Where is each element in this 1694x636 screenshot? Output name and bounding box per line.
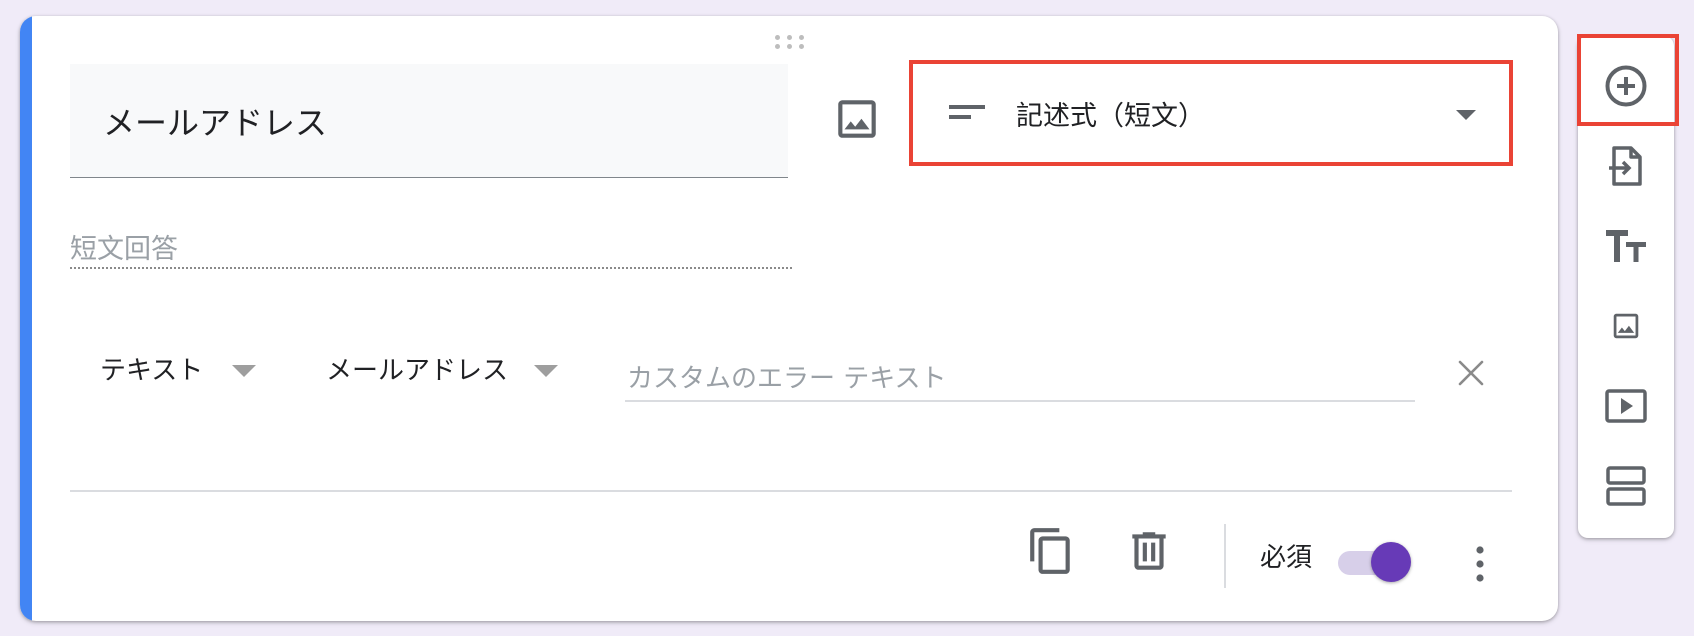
dropdown-arrow-icon — [232, 365, 256, 377]
floating-toolbar — [1578, 36, 1674, 538]
question-title-field[interactable]: メールアドレス — [70, 64, 788, 178]
add-section-icon — [1606, 466, 1646, 506]
dropdown-arrow-icon — [1456, 110, 1476, 120]
validation-condition-dropdown[interactable]: メールアドレス — [326, 342, 586, 386]
answer-hint-text: 短文回答 — [70, 234, 178, 265]
add-question-button[interactable] — [1596, 56, 1656, 116]
add-image-to-question-button[interactable] — [832, 94, 882, 144]
validation-type-dropdown[interactable]: テキスト — [100, 342, 270, 386]
question-card: メールアドレス 記述式（短文） 短文回答 テキスト メールアドレス カスタムのエ… — [20, 16, 1558, 621]
add-section-button[interactable] — [1596, 456, 1656, 516]
import-questions-icon — [1609, 146, 1642, 186]
toggle-thumb — [1371, 542, 1411, 582]
dropdown-arrow-icon — [534, 365, 558, 377]
duplicate-icon — [1030, 528, 1070, 574]
short-answer-icon — [949, 105, 985, 119]
import-questions-button[interactable] — [1596, 136, 1656, 196]
add-video-icon — [1605, 389, 1647, 423]
delete-icon — [1132, 532, 1166, 570]
more-options-button[interactable] — [1468, 544, 1492, 584]
add-question-icon — [1605, 65, 1647, 107]
footer-divider — [70, 490, 1512, 492]
add-video-button[interactable] — [1596, 376, 1656, 436]
remove-validation-button[interactable] — [1454, 356, 1488, 390]
delete-button[interactable] — [1124, 526, 1174, 576]
add-image-icon — [1613, 313, 1639, 339]
title-description-icon — [1606, 230, 1646, 262]
image-icon — [838, 100, 876, 138]
required-toggle[interactable] — [1338, 540, 1411, 582]
required-label: 必須 — [1260, 543, 1313, 573]
error-text-placeholder: カスタムのエラー テキスト — [627, 364, 947, 394]
close-icon — [1458, 360, 1484, 386]
footer-vertical-divider — [1224, 524, 1226, 588]
active-card-accent — [20, 16, 32, 621]
custom-error-text-input[interactable]: カスタムのエラー テキスト — [625, 344, 1415, 402]
question-type-label: 記述式（短文） — [1016, 101, 1205, 132]
question-type-dropdown[interactable]: 記述式（短文） — [909, 60, 1513, 166]
add-image-button[interactable] — [1596, 296, 1656, 356]
add-title-description-button[interactable] — [1596, 216, 1656, 276]
short-answer-placeholder: 短文回答 — [70, 221, 792, 269]
validation-type-label: テキスト — [100, 356, 204, 386]
duplicate-button[interactable] — [1026, 526, 1076, 576]
validation-condition-label: メールアドレス — [326, 356, 509, 386]
question-title[interactable]: メールアドレス — [103, 98, 327, 144]
more-vert-icon — [1476, 546, 1484, 582]
drag-handle-icon[interactable] — [775, 32, 809, 52]
